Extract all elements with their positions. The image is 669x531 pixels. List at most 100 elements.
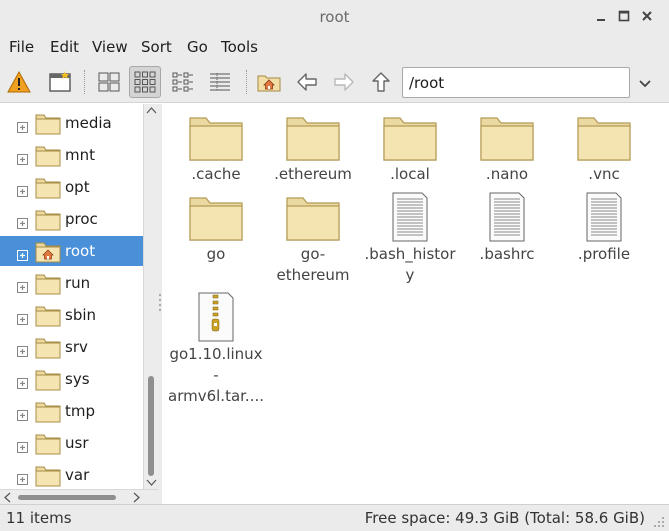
scrollbar-thumb[interactable] [148,376,154,476]
maximize-icon[interactable] [616,8,632,24]
folder-icon [35,145,61,167]
expand-icon[interactable] [17,182,28,197]
scroll-up-icon[interactable] [146,106,157,114]
sidebar-item-label: usr [65,434,89,452]
scrollbar-thumb[interactable] [18,495,116,500]
file-item[interactable]: .nano [457,112,557,185]
expand-icon[interactable] [17,342,28,357]
expand-icon[interactable] [17,310,28,325]
expand-icon[interactable] [17,150,28,165]
icon-view-icon[interactable] [93,66,125,98]
sidebar-item-label: run [65,274,91,292]
forward-icon[interactable] [328,66,360,98]
folder-icon [35,433,61,455]
sidebar-item-sys[interactable]: sys [0,364,143,394]
expand-icon[interactable] [17,118,28,133]
sidebar-item-media[interactable]: media [0,108,143,138]
file-item[interactable]: go- ethereum [263,192,363,286]
window-title: root [319,8,350,26]
menu-file[interactable]: File [9,38,34,56]
text-file-icon [382,192,438,242]
file-name: .bashrc [479,245,535,263]
sidebar-item-proc[interactable]: proc [0,204,143,234]
menu-go[interactable]: Go [187,38,208,56]
back-icon[interactable] [291,66,323,98]
text-file-icon [576,192,632,242]
sidebar-item-label: mnt [65,146,95,164]
home-folder-icon [35,241,61,263]
file-item[interactable]: .profile [554,192,654,265]
sidebar-horizontal-scrollbar[interactable] [0,489,158,504]
resize-grip-icon[interactable] [652,515,666,529]
expand-icon[interactable] [17,438,28,453]
sidebar-item-label: tmp [65,402,96,420]
warning-icon[interactable] [3,66,35,98]
expand-icon[interactable] [17,406,28,421]
item-count: 11 items [6,509,72,527]
toolbar-separator [246,70,247,94]
sidebar-item-srv[interactable]: srv [0,332,143,362]
expand-icon[interactable] [17,246,28,261]
scroll-left-icon[interactable] [3,492,11,503]
file-item[interactable]: .cache [166,112,266,185]
scroll-down-icon[interactable] [146,479,157,487]
sidebar-item-mnt[interactable]: mnt [0,140,143,170]
chevron-down-icon[interactable] [636,74,654,92]
expand-icon[interactable] [17,278,28,293]
menu-tools[interactable]: Tools [221,38,258,56]
file-item[interactable]: go1.10.linux - armv6l.tar.... [166,292,266,407]
scroll-right-icon[interactable] [133,492,141,503]
file-name: .ethereum [274,165,352,183]
minimize-icon[interactable] [593,8,609,24]
file-item[interactable]: .bash_histor y [360,192,460,286]
up-icon[interactable] [365,66,397,98]
folder-icon [35,177,61,199]
sidebar-item-run[interactable]: run [0,268,143,298]
file-view: .cache .ethereum .local .nano .vnc go go- ethe… [162,104,669,504]
sidebar-vertical-scrollbar[interactable] [143,104,158,489]
file-name: go1.10.linux - armv6l.tar.... [168,345,264,405]
expand-icon[interactable] [17,214,28,229]
expand-icon[interactable] [17,374,28,389]
path-input[interactable]: /root [402,67,630,98]
folder-icon [576,112,632,162]
sidebar-item-usr[interactable]: usr [0,428,143,458]
title-bar: root [0,0,669,34]
folder-icon [188,192,244,242]
menu-sort[interactable]: Sort [141,38,172,56]
file-item[interactable]: .bashrc [457,192,557,265]
sidebar-item-root[interactable]: root [0,236,143,266]
file-item[interactable]: .ethereum [263,112,363,185]
sidebar-item-var[interactable]: var [0,460,143,489]
file-name: .bash_histor y [364,245,456,284]
home-icon[interactable] [253,66,285,98]
new-window-icon[interactable] [44,66,76,98]
sidebar-item-label: sys [65,370,90,388]
folder-icon [35,305,61,327]
sidebar-item-label: root [65,242,96,260]
free-space: Free space: 49.3 GiB (Total: 58.6 GiB) [364,509,645,527]
sidebar-item-sbin[interactable]: sbin [0,300,143,330]
file-name: .local [390,165,430,183]
file-name: .profile [577,245,631,263]
file-item[interactable]: .local [360,112,460,185]
file-name: .cache [191,165,241,183]
file-name: go- ethereum [276,245,350,284]
sidebar-item-opt[interactable]: opt [0,172,143,202]
menu-view[interactable]: View [92,38,128,56]
close-icon[interactable] [639,8,655,24]
menu-edit[interactable]: Edit [50,38,79,56]
sidebar-item-label: media [65,114,112,132]
folder-icon [382,112,438,162]
file-item[interactable]: go [166,192,266,265]
compact-view-icon[interactable] [167,66,199,98]
detailed-list-icon[interactable] [204,66,236,98]
folder-icon [35,209,61,231]
folder-icon [35,273,61,295]
expand-icon[interactable] [17,470,28,485]
folder-icon [285,192,341,242]
folder-icon [479,112,535,162]
sidebar-item-tmp[interactable]: tmp [0,396,143,426]
thumbnail-view-icon[interactable] [129,66,161,98]
file-item[interactable]: .vnc [554,112,654,185]
